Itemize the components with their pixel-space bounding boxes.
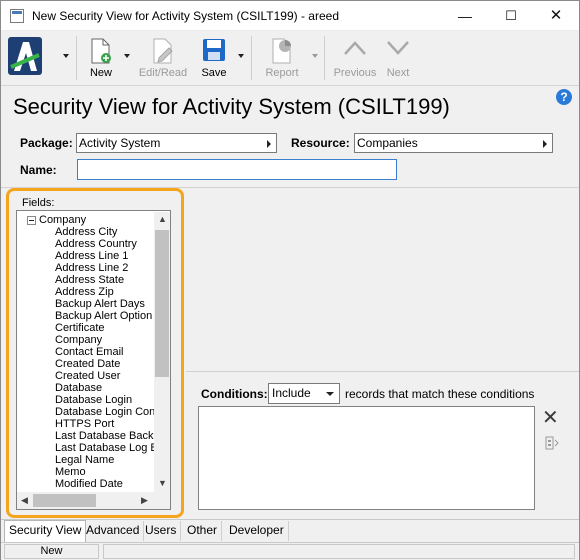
collapse-icon[interactable]: [27, 216, 36, 225]
field-item[interactable]: Last Database Log B: [55, 442, 158, 454]
status-mode: New: [4, 544, 99, 559]
minimize-button[interactable]: —: [442, 1, 488, 31]
horizontal-scrollbar[interactable]: ◀ ▶: [17, 492, 154, 509]
window-title: New Security View for Activity System (C…: [32, 9, 339, 23]
application-window: New Security View for Activity System (C…: [0, 0, 580, 560]
toolbar: New Edit/Read Save Report Previous Next: [1, 32, 579, 86]
horizontal-scroll-thumb[interactable]: [33, 494, 96, 507]
delete-condition-icon[interactable]: ✕: [542, 405, 559, 430]
chevron-right-icon: [267, 140, 271, 148]
field-item[interactable]: Memo: [55, 466, 86, 478]
chevron-up-icon: [344, 41, 366, 55]
field-item[interactable]: Created Date: [55, 358, 120, 370]
toolbar-separator: [76, 36, 77, 80]
field-item[interactable]: Legal Name: [55, 454, 114, 466]
field-item[interactable]: Address Line 1: [55, 250, 128, 262]
field-item[interactable]: Contact Email: [55, 346, 123, 358]
chevron-right-icon: [543, 140, 547, 148]
previous-button[interactable]: Previous: [332, 34, 378, 82]
new-button[interactable]: New: [84, 34, 118, 82]
field-item[interactable]: Address Country: [55, 238, 137, 250]
tab-advanced[interactable]: Advanced: [82, 521, 145, 541]
page-title: Security View for Activity System (CSILT…: [13, 94, 450, 119]
field-item[interactable]: Certificate: [55, 322, 105, 334]
next-button[interactable]: Next: [381, 34, 415, 82]
logo-dropdown-caret[interactable]: [63, 54, 69, 58]
scroll-up-icon[interactable]: ▲: [158, 214, 167, 224]
field-item[interactable]: Address Zip: [55, 286, 114, 298]
report-dropdown-caret[interactable]: [312, 54, 318, 58]
chevron-down-icon: [326, 392, 334, 396]
field-item[interactable]: Database Login Con: [55, 406, 155, 418]
resource-label: Resource:: [291, 136, 350, 150]
status-panel: [103, 544, 575, 559]
save-button[interactable]: Save: [197, 34, 231, 82]
report-label: Report: [265, 67, 299, 79]
field-item[interactable]: Database: [55, 382, 102, 394]
previous-label: Previous: [333, 67, 377, 79]
toolbar-separator: [251, 36, 252, 80]
window-icon: [10, 9, 24, 23]
package-selector[interactable]: Activity System: [76, 133, 277, 153]
edit-document-icon: [153, 38, 173, 64]
conditions-label: Conditions:: [201, 387, 268, 401]
save-dropdown-caret[interactable]: [238, 54, 244, 58]
vertical-scrollbar[interactable]: ▲ ▼: [154, 212, 170, 492]
scrollbar-corner: [154, 492, 170, 509]
package-value: Activity System: [79, 136, 161, 150]
tab-users[interactable]: Users: [141, 521, 182, 541]
editread-label: Edit/Read: [138, 67, 188, 79]
maximize-button[interactable]: ☐: [488, 1, 534, 31]
field-item[interactable]: Address City: [55, 226, 117, 238]
chevron-down-icon: [387, 41, 409, 55]
selected-fields-area: [186, 188, 579, 372]
tab-other[interactable]: Other: [183, 521, 223, 541]
save-label: Save: [201, 67, 227, 79]
toolbar-separator: [324, 36, 325, 80]
fields-label: Fields:: [22, 197, 55, 209]
save-disk-icon: [203, 39, 225, 61]
conditions-suffix: records that match these conditions: [345, 387, 535, 401]
app-logo-icon: [8, 37, 42, 75]
title-bar: New Security View for Activity System (C…: [1, 1, 579, 31]
package-label: Package:: [20, 136, 73, 150]
resource-selector[interactable]: Companies: [354, 133, 553, 153]
conditions-mode-select[interactable]: Include: [268, 383, 340, 404]
vertical-scroll-thumb[interactable]: [155, 230, 169, 377]
new-document-icon: [91, 38, 111, 64]
help-icon[interactable]: ?: [556, 89, 572, 105]
field-item[interactable]: Backup Alert Option: [55, 310, 152, 322]
field-item[interactable]: Address State: [55, 274, 124, 286]
resource-value: Companies: [357, 136, 418, 150]
field-item[interactable]: Last Database Backu: [55, 430, 160, 442]
field-item[interactable]: Created User: [55, 370, 120, 382]
close-button[interactable]: ✕: [533, 1, 579, 31]
name-label: Name:: [20, 163, 57, 177]
field-item[interactable]: HTTPS Port: [55, 418, 114, 430]
next-label: Next: [386, 67, 410, 79]
group-conditions-icon[interactable]: [545, 436, 559, 450]
report-button[interactable]: Report: [259, 34, 305, 82]
scroll-right-icon[interactable]: ▶: [141, 495, 148, 506]
status-bar: New: [1, 542, 579, 560]
field-item[interactable]: Database Login: [55, 394, 132, 406]
scroll-left-icon[interactable]: ◀: [21, 495, 28, 506]
tab-security-view[interactable]: Security View: [4, 520, 87, 542]
name-input[interactable]: [77, 159, 397, 180]
report-icon: [272, 38, 291, 64]
new-dropdown-caret[interactable]: [124, 54, 130, 58]
tree-root-company[interactable]: Company: [39, 214, 86, 226]
conditions-list[interactable]: [198, 406, 535, 510]
scroll-down-icon[interactable]: ▼: [158, 478, 167, 488]
conditions-mode-value: Include: [272, 386, 311, 400]
new-label: New: [89, 67, 112, 79]
editread-button[interactable]: Edit/Read: [136, 34, 190, 82]
app-logo-button[interactable]: [7, 34, 43, 82]
field-item[interactable]: Address Line 2: [55, 262, 128, 274]
tab-developer[interactable]: Developer: [225, 521, 289, 541]
field-item[interactable]: Modified Date: [55, 478, 123, 490]
field-item[interactable]: Company: [55, 334, 102, 346]
field-item[interactable]: Backup Alert Days: [55, 298, 145, 310]
fields-tree[interactable]: Company Address City Address Country Addre…: [16, 210, 171, 510]
